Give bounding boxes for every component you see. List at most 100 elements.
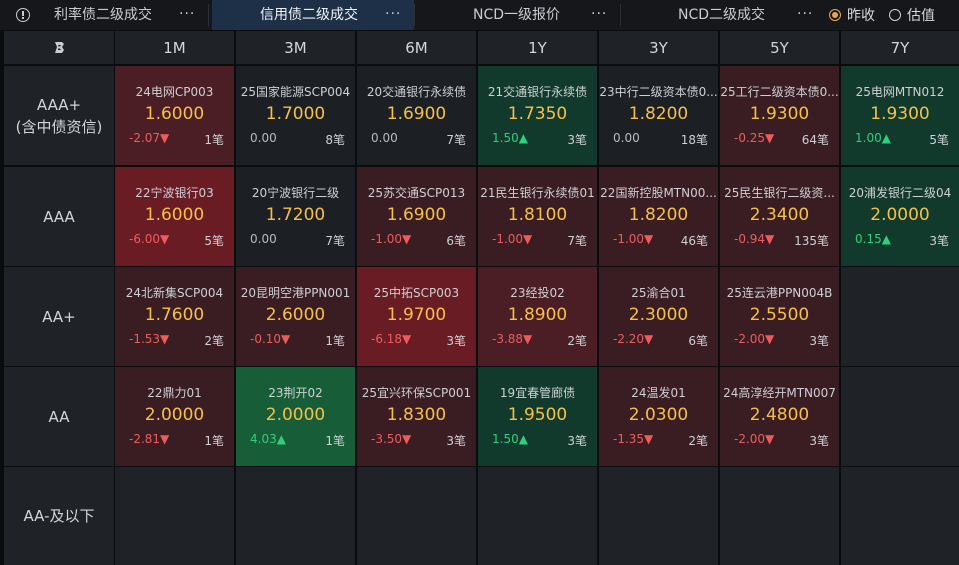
trade-count: 64笔 bbox=[801, 133, 829, 147]
tab-credit-bond-secondary[interactable]: 信用债二级成交 ··· bbox=[212, 0, 414, 30]
bond-name: 20交通银行永续债 bbox=[366, 85, 467, 99]
bond-yield: 2.6000 bbox=[265, 305, 326, 325]
bond-quote-cell[interactable]: 23中行二级资本债0... 1.8200 0.00 18笔 bbox=[599, 66, 718, 165]
yield-change: 1.00▲ bbox=[855, 131, 891, 145]
trade-count: 1笔 bbox=[204, 133, 224, 147]
empty-cell bbox=[115, 467, 234, 565]
bond-yield: 2.3400 bbox=[749, 205, 810, 225]
bond-quote-cell[interactable]: 24温发01 2.0300 -1.35▼ 2笔 bbox=[599, 367, 718, 466]
bond-quote-cell[interactable]: 24高淳经开MTN007 2.4800 -2.00▼ 3笔 bbox=[720, 367, 839, 466]
tab-ncd-secondary[interactable]: NCD二级成交 ··· bbox=[624, 0, 826, 30]
radio-label: 估值 bbox=[907, 8, 935, 24]
trade-count: 5笔 bbox=[929, 133, 949, 147]
corner-header bbox=[4, 31, 114, 64]
bond-quote-cell[interactable]: 24北新集SCP004 1.7600 -1.53▼ 2笔 bbox=[115, 267, 234, 366]
info-circle-icon[interactable] bbox=[16, 8, 30, 22]
bond-name: 25中拓SCP003 bbox=[373, 286, 460, 300]
bond-quote-cell[interactable]: 22国新控股MTN00... 1.8200 -1.00▼ 46笔 bbox=[599, 167, 718, 266]
bond-quote-cell[interactable]: 25宜兴环保SCP001 1.8300 -3.50▼ 3笔 bbox=[357, 367, 476, 466]
bond-name: 25渝合01 bbox=[631, 286, 686, 300]
yield-change: -6.00▼ bbox=[129, 232, 170, 246]
tab-ncd-primary-quote[interactable]: NCD一级报价 ··· bbox=[418, 0, 620, 30]
bond-yield: 2.0300 bbox=[628, 405, 689, 425]
tab-bar: 利率债二级成交 ··· 信用债二级成交 ··· NCD一级报价 ··· NCD二… bbox=[0, 0, 959, 30]
bond-quote-cell[interactable]: 25电网MTN012 1.9300 1.00▲ 5笔 bbox=[841, 66, 959, 165]
empty-cell bbox=[478, 467, 597, 565]
trade-count: 3笔 bbox=[446, 334, 466, 348]
tab-label: NCD二级成交 bbox=[678, 7, 766, 23]
radio-valuation[interactable]: 估值 bbox=[889, 0, 935, 30]
tab-label: 利率债二级成交 bbox=[54, 7, 152, 23]
bond-yield: 1.8900 bbox=[507, 305, 568, 325]
bond-quote-cell[interactable]: 25民生银行二级资... 2.3400 -0.94▼ 135笔 bbox=[720, 167, 839, 266]
more-icon[interactable]: ··· bbox=[797, 0, 813, 30]
trade-count: 1笔 bbox=[325, 334, 345, 348]
radio-label: 昨收 bbox=[847, 8, 875, 24]
radio-prev-close[interactable]: 昨收 bbox=[829, 0, 875, 30]
bond-quote-cell[interactable]: 22鼎力01 2.0000 -2.81▼ 1笔 bbox=[115, 367, 234, 466]
trade-count: 3笔 bbox=[446, 434, 466, 448]
trade-count: 2笔 bbox=[567, 334, 587, 348]
yield-change: -1.00▼ bbox=[613, 232, 654, 246]
bond-quote-cell[interactable]: 24电网CP003 1.6000 -2.07▼ 1笔 bbox=[115, 66, 234, 165]
more-icon[interactable]: ··· bbox=[179, 0, 195, 30]
trade-count: 1笔 bbox=[204, 434, 224, 448]
bond-yield: 2.0000 bbox=[265, 405, 326, 425]
bond-quote-cell[interactable]: 21交通银行永续债 1.7350 1.50▲ 3笔 bbox=[478, 66, 597, 165]
yield-change: -3.88▼ bbox=[492, 332, 533, 346]
yield-change: -1.00▼ bbox=[371, 232, 412, 246]
yield-change: 0.15▲ bbox=[855, 232, 891, 246]
yield-change: 1.50▲ bbox=[492, 432, 528, 446]
bond-name: 25民生银行二级资... bbox=[724, 186, 835, 200]
bond-name: 23经投02 bbox=[510, 286, 565, 300]
trade-count: 7笔 bbox=[325, 234, 345, 248]
bond-quote-cell[interactable]: 20浦发银行二级04 2.0000 0.15▲ 3笔 bbox=[841, 167, 959, 266]
bond-yield: 1.8100 bbox=[507, 205, 568, 225]
yield-change: 1.50▲ bbox=[492, 131, 528, 145]
yield-change: 4.03▲ bbox=[250, 432, 286, 446]
bond-quote-cell[interactable]: 25渝合01 2.3000 -2.20▼ 6笔 bbox=[599, 267, 718, 366]
yield-change: -1.00▼ bbox=[492, 232, 533, 246]
bond-quote-cell[interactable]: 25苏交通SCP013 1.6900 -1.00▼ 6笔 bbox=[357, 167, 476, 266]
trade-count: 3笔 bbox=[929, 234, 949, 248]
bond-quote-cell[interactable]: 20交通银行永续债 1.6900 0.00 7笔 bbox=[357, 66, 476, 165]
yield-change: -1.35▼ bbox=[613, 432, 654, 446]
more-icon[interactable]: ··· bbox=[591, 0, 607, 30]
row-header-aaa-plus: AAA+ (含中债资信) bbox=[4, 66, 114, 165]
bond-name: 24北新集SCP004 bbox=[125, 286, 224, 300]
yield-change: -2.81▼ bbox=[129, 432, 170, 446]
bond-quote-cell[interactable]: 20宁波银行二级 1.7200 0.00 7笔 bbox=[236, 167, 355, 266]
yield-change: -2.20▼ bbox=[613, 332, 654, 346]
yield-change: 0.00 bbox=[613, 131, 640, 145]
bond-quote-cell[interactable]: 23荆开02 2.0000 4.03▲ 1笔 bbox=[236, 367, 355, 466]
bond-quote-cell[interactable]: 25连云港PPN004B 2.5500 -2.00▼ 3笔 bbox=[720, 267, 839, 366]
bond-quote-cell[interactable]: 25工行二级资本债0... 1.9300 -0.25▼ 64笔 bbox=[720, 66, 839, 165]
bond-quote-cell[interactable]: 25国家能源SCP004 1.7000 0.00 8笔 bbox=[236, 66, 355, 165]
tab-divider bbox=[414, 4, 415, 26]
bond-quote-cell[interactable]: 19宜春管廊债 1.9500 1.50▲ 3笔 bbox=[478, 367, 597, 466]
bond-quote-cell[interactable]: 22宁波银行03 1.6000 -6.00▼ 5笔 bbox=[115, 167, 234, 266]
more-icon[interactable]: ··· bbox=[385, 0, 401, 30]
bond-name: 22宁波银行03 bbox=[135, 186, 214, 200]
yield-change: -0.10▼ bbox=[250, 332, 291, 346]
row-label: AA+ bbox=[42, 307, 76, 326]
col-header-7y: 7Y bbox=[841, 31, 959, 64]
bond-yield: 2.0000 bbox=[144, 405, 205, 425]
row-label: AA bbox=[48, 407, 70, 426]
yield-change: -2.07▼ bbox=[129, 131, 170, 145]
bond-quote-cell[interactable]: 21民生银行永续债01 1.8100 -1.00▼ 7笔 bbox=[478, 167, 597, 266]
col-header-3m: 3M bbox=[236, 31, 355, 64]
bond-quote-cell[interactable]: 25中拓SCP003 1.9700 -6.18▼ 3笔 bbox=[357, 267, 476, 366]
yield-change: -2.00▼ bbox=[734, 332, 775, 346]
tab-rate-bond-secondary[interactable]: 利率债二级成交 ··· bbox=[38, 0, 208, 30]
row-label: AAA+ bbox=[36, 95, 82, 114]
bond-name: 20宁波银行二级 bbox=[251, 186, 340, 200]
bond-name: 20浦发银行二级04 bbox=[848, 186, 952, 200]
bond-name: 21交通银行永续债 bbox=[487, 85, 588, 99]
row-label: AAA bbox=[43, 207, 75, 226]
bond-yield: 2.4800 bbox=[749, 405, 810, 425]
bond-quote-cell[interactable]: 23经投02 1.8900 -3.88▼ 2笔 bbox=[478, 267, 597, 366]
bond-name: 23中行二级资本债0... bbox=[599, 85, 718, 99]
trade-count: 5笔 bbox=[204, 234, 224, 248]
bond-quote-cell[interactable]: 20昆明空港PPN001 2.6000 -0.10▼ 1笔 bbox=[236, 267, 355, 366]
